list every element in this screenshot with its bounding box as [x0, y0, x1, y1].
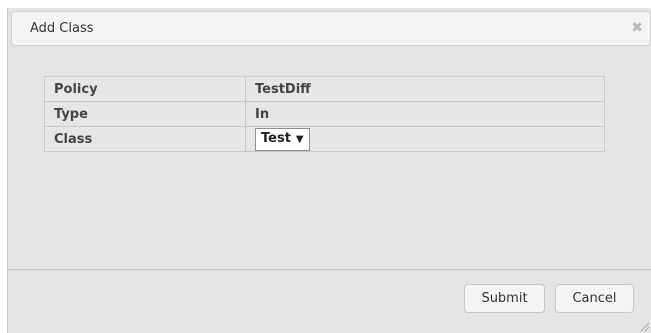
class-cell: Test ▼	[245, 126, 605, 152]
chevron-down-icon: ▼	[295, 133, 304, 145]
table-row: Type In	[44, 101, 605, 127]
submit-button[interactable]: Submit	[464, 284, 545, 313]
class-label: Class	[44, 126, 246, 152]
dialog-title: Add Class	[30, 21, 94, 36]
policy-value: TestDiff	[245, 76, 605, 102]
resize-grip-icon[interactable]	[638, 320, 650, 332]
type-value: In	[245, 101, 605, 127]
policy-label: Policy	[44, 76, 246, 102]
class-form-table: Policy TestDiff Type In Class Test ▼	[44, 76, 605, 152]
class-select[interactable]: Test ▼	[255, 127, 310, 151]
add-class-dialog: Add Class ✖ Policy TestDiff Type In Clas…	[7, 8, 651, 333]
type-label: Type	[44, 101, 246, 127]
close-icon[interactable]: ✖	[631, 21, 643, 35]
dialog-titlebar: Add Class ✖	[11, 11, 651, 46]
class-select-value: Test	[261, 130, 291, 146]
table-row: Class Test ▼	[44, 126, 605, 152]
table-row: Policy TestDiff	[44, 76, 605, 102]
cancel-button[interactable]: Cancel	[555, 284, 634, 313]
footer-divider	[8, 269, 651, 270]
